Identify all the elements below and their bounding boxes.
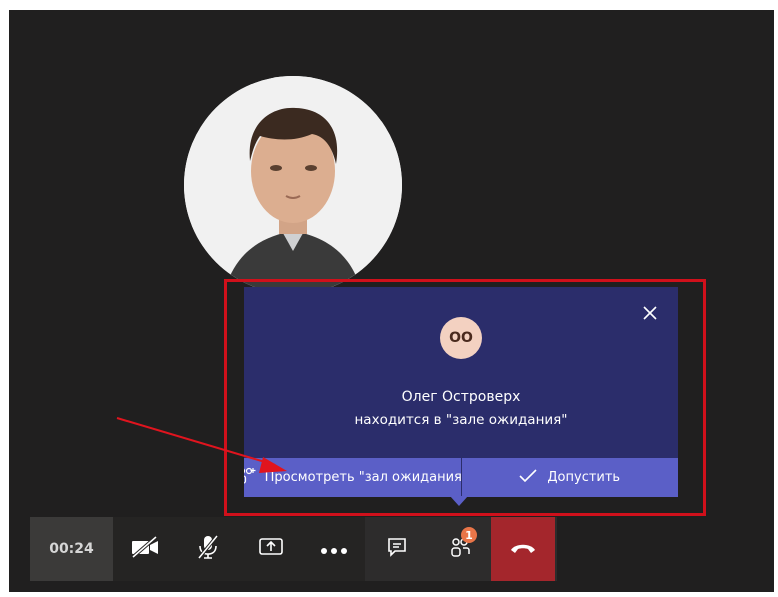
call-controls-bar: 00:24 1	[30, 517, 557, 581]
admit-label: Допустить	[547, 470, 621, 485]
arrow-annotation-icon	[116, 417, 287, 473]
popup-caret	[450, 496, 468, 506]
check-icon	[519, 468, 537, 487]
mic-off-icon	[196, 534, 220, 564]
chat-icon	[386, 536, 408, 562]
more-icon	[320, 540, 348, 559]
call-timer: 00:24	[30, 517, 113, 581]
hang-up-button[interactable]	[491, 517, 555, 581]
close-icon[interactable]	[640, 303, 660, 323]
share-screen-icon	[258, 536, 284, 562]
participants-button[interactable]: 1	[428, 517, 491, 581]
lobby-notification: ОО Олег Островерх находится в "зале ожид…	[244, 287, 678, 497]
video-off-icon	[130, 535, 160, 562]
camera-toggle-button[interactable]	[113, 517, 176, 581]
chat-button[interactable]	[365, 517, 428, 581]
participant-initials: ОО	[440, 317, 482, 359]
participants-badge: 1	[461, 527, 477, 543]
admit-button[interactable]: Допустить	[462, 458, 679, 497]
popup-actions: Просмотреть "зал ожидания" Допустить	[244, 458, 678, 497]
participant-name: Олег Островерх	[401, 389, 521, 405]
more-actions-button[interactable]	[302, 517, 365, 581]
lobby-status-text: находится в "зале ожидания"	[354, 412, 568, 428]
participant-video-avatar	[184, 76, 402, 294]
hang-up-icon	[509, 540, 537, 559]
microphone-toggle-button[interactable]	[176, 517, 239, 581]
share-screen-button[interactable]	[239, 517, 302, 581]
